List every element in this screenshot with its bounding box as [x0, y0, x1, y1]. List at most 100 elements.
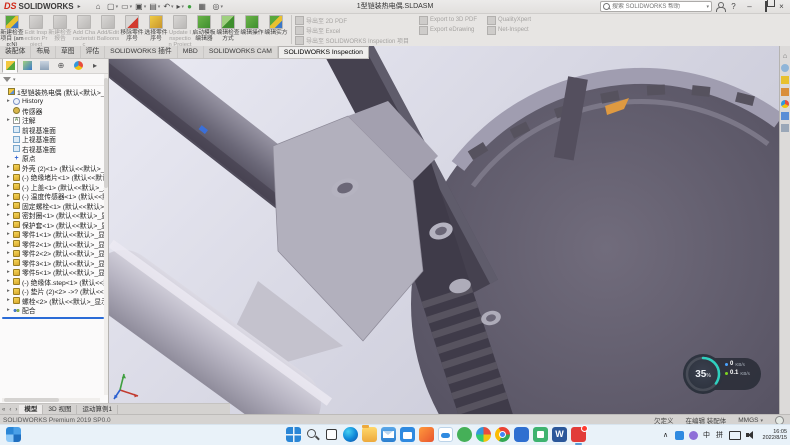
store-icon[interactable] — [400, 427, 415, 442]
tree-item[interactable]: ▸ 原点 — [0, 154, 108, 164]
tree-item[interactable]: ▸ 零件3<1> (默认<<默认>_显示状 — [0, 258, 108, 268]
configurationmanager-tab[interactable] — [36, 58, 52, 73]
tree-item[interactable]: ▸ 右视基准面 — [0, 144, 108, 154]
restore-button[interactable] — [759, 1, 772, 12]
search-options-caret-icon[interactable]: ▾ — [706, 4, 709, 10]
tree-vertical-scrollbar[interactable] — [104, 74, 108, 395]
tree-item[interactable]: ▸ (-) 温度传感器<1> (默认<<默认>_ — [0, 192, 108, 202]
dimxpertmanager-tab[interactable]: ⊕ — [53, 58, 69, 73]
custom-properties-icon[interactable] — [781, 112, 789, 120]
appearances-icon[interactable] — [781, 100, 789, 108]
tree-item[interactable]: ▸ 上视基准面 — [0, 135, 108, 145]
search-button[interactable] — [305, 427, 320, 442]
tree-item[interactable]: ▸ History — [0, 97, 108, 107]
commandmanager-tab[interactable]: SOLIDWORKS Inspection — [278, 46, 369, 58]
word-icon[interactable] — [552, 427, 567, 442]
tree-horizontal-scrollbar[interactable] — [2, 398, 100, 402]
start-button[interactable] — [286, 427, 301, 442]
export-menu-item[interactable]: Export eDrawing — [419, 26, 477, 34]
document-tab[interactable]: 3D 视图 — [43, 405, 77, 415]
export-menu-item[interactable]: 导出至 2D PDF — [295, 16, 409, 24]
app-colorful-icon[interactable] — [476, 427, 491, 442]
volume-tray-icon[interactable] — [746, 427, 758, 443]
widget-percent-circle[interactable]: 35% — [683, 354, 723, 394]
export-menu-item[interactable]: 导出至 SOLIDWORKS Inspection 项目 — [295, 36, 409, 44]
tree-item[interactable]: ▸ 密封圈<1> (默认<<默认>_显示状 — [0, 211, 108, 221]
rollback-bar[interactable] — [2, 317, 104, 319]
app-device-icon[interactable] — [514, 427, 529, 442]
ribbon-button[interactable]: Add Characteristic — [72, 13, 96, 46]
open-icon[interactable]: ▭ ▾ — [120, 1, 133, 12]
menu-expand-icon[interactable]: ▸ — [78, 3, 81, 10]
design-library-icon[interactable] — [781, 76, 789, 84]
view-palette-icon[interactable] — [781, 88, 789, 96]
print-icon[interactable]: ▤ ▾ — [148, 1, 161, 12]
tree-item[interactable]: ▸ 前视基准面 — [0, 125, 108, 135]
commandmanager-tab[interactable]: SOLIDWORKS 插件 — [105, 46, 178, 58]
taskbar-clock[interactable]: 16:05 2022/8/15 — [763, 429, 787, 442]
tree-item[interactable]: ▸ (-) 上盖<1> (默认<<默认>_显示状 — [0, 182, 108, 192]
ribbon-button[interactable]: 编辑检查方式 — [216, 13, 240, 46]
net-speed-widget[interactable]: 35% 0 KB/s 0.1 KB/s — [683, 354, 763, 394]
minimize-button[interactable]: – — [743, 1, 756, 12]
commandmanager-tab[interactable]: 评估 — [81, 46, 106, 58]
tray-expand-icon[interactable]: ∧ — [662, 427, 670, 443]
mail-icon[interactable] — [381, 427, 396, 442]
tree-item[interactable]: ▸ 固定螺栓<1> (默认<<默认>_显示 — [0, 201, 108, 211]
search-input[interactable] — [612, 3, 704, 11]
app-cloud-icon[interactable] — [438, 427, 453, 442]
tree-item[interactable]: ▸ 零件5<1> (默认<<默认>_显示状 — [0, 268, 108, 278]
units-selector[interactable]: MMGS▾ — [738, 417, 763, 424]
tab-nav-arrow-icon[interactable]: « — [0, 407, 7, 413]
graphics-area[interactable]: 35% 0 KB/s 0.1 KB/s — [108, 46, 779, 414]
ime-language[interactable]: 中 — [703, 427, 711, 443]
display-tray-icon[interactable] — [729, 427, 741, 443]
tree-item[interactable]: ▸ 注解 — [0, 116, 108, 126]
3d-model[interactable] — [108, 46, 779, 414]
file-properties-icon[interactable]: ▦ ▾ — [197, 1, 210, 12]
help-button[interactable]: ? — [727, 1, 740, 12]
rebuild-icon[interactable]: ● ▾ — [186, 1, 196, 12]
commandmanager-tab[interactable]: MBD — [178, 46, 204, 58]
propertymanager-tab[interactable] — [19, 58, 35, 73]
ribbon-button[interactable]: 移除零件序号 — [120, 13, 144, 46]
commandmanager-tab[interactable]: 装配体 — [0, 46, 31, 58]
chrome-icon[interactable] — [495, 427, 510, 442]
undo-icon[interactable]: ↶ ▾ — [162, 1, 174, 12]
ribbon-button[interactable]: 编辑实方 — [264, 13, 288, 46]
ribbon-button[interactable]: Add/Edit Balloons — [96, 13, 120, 46]
ribbon-button[interactable]: 编辑操作 — [240, 13, 264, 46]
home-icon[interactable]: ⌂ ▾ — [95, 1, 105, 12]
close-button[interactable]: × — [775, 1, 788, 12]
tree-item[interactable]: ▸ 1型铠装热电偶 (默认<默认>_显示状态-1 — [0, 87, 108, 97]
commandmanager-tab[interactable]: SOLIDWORKS CAM — [204, 46, 278, 58]
commandmanager-tab[interactable]: 布局 — [31, 46, 56, 58]
ribbon-button[interactable]: 新建检查项目 (amp;N) — [0, 13, 24, 46]
tree-item[interactable]: ▸ 螺栓<2> (默认<<默认>_显示状态 — [0, 296, 108, 306]
task-view-button[interactable] — [324, 427, 339, 442]
featuremanager-tab[interactable] — [2, 58, 18, 73]
ribbon-button[interactable]: Edit Inspection Project — [24, 13, 48, 46]
displaymanager-tab[interactable] — [70, 58, 86, 73]
tree-item[interactable]: ▸ (-) 绝缘体.step<1> (默认<<默认> — [0, 277, 108, 287]
web-resources-icon[interactable] — [781, 64, 789, 72]
commandmanager-tab[interactable]: 草图 — [56, 46, 81, 58]
help-search-box[interactable]: ▾ — [600, 1, 712, 12]
tree-item[interactable]: ▸ 外壳 (2)<1> (默认<<默认>_显示状 — [0, 163, 108, 173]
export-menu-item[interactable]: Export to 3D PDF — [419, 16, 477, 24]
ribbon-button[interactable]: 启动模板编辑器 — [192, 13, 216, 46]
tree-item[interactable]: ▸ 保护套<1> (默认<<默认>_显示状 — [0, 220, 108, 230]
options-icon[interactable]: ◎ ▾ — [212, 1, 225, 12]
new-document-icon[interactable]: ▢ ▾ — [106, 1, 119, 12]
tray-blue-icon[interactable] — [675, 427, 684, 443]
app-wps-icon[interactable] — [533, 427, 548, 442]
tree-item[interactable]: ▸ 配合 — [0, 306, 108, 316]
widgets-button[interactable] — [6, 427, 21, 442]
tree-item[interactable]: ▸ 零件2<1> (默认<<默认>_显示状 — [0, 239, 108, 249]
export-menu-item[interactable]: 导出至 Excel — [295, 26, 409, 34]
export-menu-item[interactable]: QualityXpert — [487, 16, 531, 24]
tree-item[interactable]: ▸ 零件2<2> (默认<<默认>_显示状 — [0, 249, 108, 259]
app-red-icon[interactable] — [571, 427, 586, 442]
ribbon-button[interactable]: 新建检查报告 — [48, 13, 72, 46]
file-explorer-icon[interactable] — [362, 427, 377, 442]
